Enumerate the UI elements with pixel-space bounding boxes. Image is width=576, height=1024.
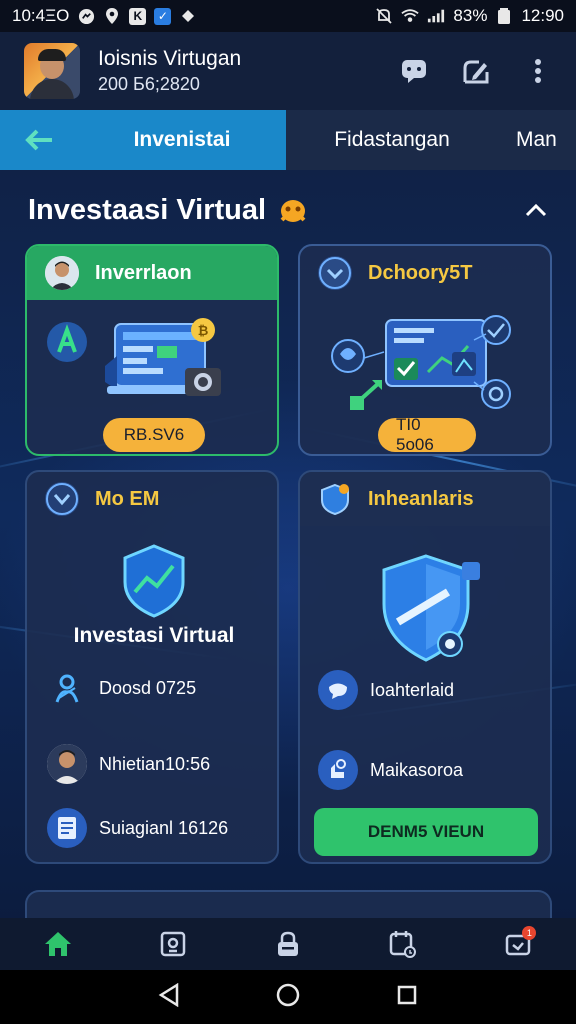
- info-text: Nhietian10:56: [99, 753, 211, 774]
- app-check-icon: ✓: [154, 7, 172, 25]
- card-title: Mo EM: [95, 487, 160, 510]
- analytics-illustration: [331, 315, 511, 410]
- status-bar: 10:4ΞΟ K ✓ 83% 12:90: [0, 0, 576, 32]
- chevron-down-badge-icon: [45, 482, 79, 516]
- investment-dashboard-illustration: ₿: [47, 318, 221, 396]
- hand-icon: [318, 750, 358, 790]
- chevron-up-icon: [525, 203, 547, 217]
- mascot-icon: [280, 200, 306, 222]
- chat-bubble-icon: [402, 60, 426, 83]
- info-text: Maikasoroa: [370, 759, 464, 780]
- card-title: Inverrlaon: [95, 261, 192, 284]
- info-row: Nhietian10:56: [47, 744, 210, 784]
- edit-button[interactable]: [462, 57, 490, 85]
- user-icon: [47, 744, 87, 784]
- more-options-button[interactable]: [524, 57, 552, 85]
- nav-wallet[interactable]: [153, 924, 193, 964]
- wifi-icon: [401, 7, 420, 25]
- system-back-button[interactable]: [158, 982, 180, 1012]
- signal-icon: [427, 7, 445, 25]
- square-recents-icon: [398, 985, 417, 1004]
- info-row: Maikasoroa: [318, 750, 463, 790]
- info-row: Ioahterlaid: [318, 670, 454, 710]
- nav-lock[interactable]: [268, 924, 308, 964]
- collapse-button[interactable]: [522, 196, 550, 224]
- tab-man[interactable]: Man: [498, 110, 576, 170]
- wallet-icon: [160, 931, 186, 957]
- app-k-icon: K: [129, 7, 147, 25]
- notification-badge: 1: [522, 926, 537, 940]
- chat-bubble-button[interactable]: [400, 57, 428, 85]
- status-time: 10:4ΞΟ: [12, 6, 70, 25]
- card-title: Dchoory5T: [368, 261, 473, 284]
- battery-percent: 83%: [453, 6, 488, 25]
- mute-icon: [375, 7, 393, 25]
- info-text: Doosd 0725: [99, 677, 197, 698]
- bottom-nav: 1: [0, 918, 576, 970]
- status-clock: 12:90: [521, 6, 564, 25]
- value-pill: TI0 5o06: [378, 415, 476, 454]
- shield-badge-icon: [321, 483, 349, 516]
- location-icon: [103, 7, 121, 25]
- info-text: Ioahterlaid: [370, 679, 455, 700]
- battery-icon: [495, 7, 513, 25]
- info-row: Doosd 0725: [47, 668, 196, 708]
- circle-home-icon: [276, 983, 300, 1006]
- document-icon: [47, 808, 87, 848]
- card-inverrlaon[interactable]: Inverrlaon ₿ RB.SV6: [25, 244, 279, 456]
- card-inheanlaris[interactable]: Inheanlaris Ioahterlaid Maikasoroa DENM5…: [298, 470, 552, 864]
- chevron-badge-icon: [318, 256, 352, 290]
- security-shield-illustration: [382, 554, 480, 662]
- header-title: Ioisnis Virtugan: [98, 47, 242, 70]
- tab-invenistai[interactable]: Invenistai: [78, 110, 286, 170]
- system-home-button[interactable]: [275, 982, 301, 1013]
- info-text: Suiagianl 16126: [99, 817, 229, 838]
- nav-notifications[interactable]: 1: [498, 924, 538, 964]
- messenger-icon: [77, 7, 95, 25]
- people-icon: [47, 668, 87, 708]
- growth-shield-icon: [123, 544, 185, 618]
- section-header: Investaasi Virtual: [28, 188, 550, 232]
- header-subtitle: 200 Б6;2820: [98, 74, 200, 94]
- card-dchoory5t[interactable]: Dchoory5T TI0 5o06: [298, 244, 552, 456]
- card-subtitle: Investasi Virtual: [73, 624, 235, 647]
- system-recents-button[interactable]: [396, 984, 418, 1011]
- tab-fidastangan[interactable]: Fidastangan: [286, 110, 498, 170]
- cta-button[interactable]: DENM5 VIEUN: [314, 808, 538, 856]
- svg-text:₿: ₿: [198, 323, 209, 338]
- tab-bar: Invenistai Fidastangan Man: [0, 110, 576, 170]
- diamond-icon: [179, 7, 197, 25]
- edit-icon: [463, 60, 489, 84]
- system-nav-bar: [0, 970, 576, 1024]
- home-icon: [44, 932, 71, 956]
- arrow-left-icon: [25, 129, 52, 151]
- avatar[interactable]: [24, 43, 80, 99]
- nav-home[interactable]: [38, 924, 78, 964]
- more-vertical-icon: [535, 59, 541, 83]
- profile-avatar-icon: [45, 256, 79, 290]
- app-header: Ioisnis Virtugan 200 Б6;2820: [0, 32, 576, 110]
- card-title: Inheanlaris: [368, 487, 474, 510]
- chat-icon: [318, 670, 358, 710]
- section-title: Investaasi Virtual: [28, 193, 267, 226]
- back-button[interactable]: [0, 110, 78, 170]
- value-pill: RB.SV6: [103, 418, 205, 452]
- info-row: Suiagianl 16126: [47, 808, 228, 848]
- calendar-icon: [389, 931, 417, 958]
- nav-calendar[interactable]: [383, 924, 423, 964]
- card-mo-em[interactable]: Mo EM Investasi Virtual Doosd 0725 Nhiet…: [25, 470, 279, 864]
- triangle-back-icon: [158, 982, 178, 1007]
- lock-icon: [277, 931, 298, 956]
